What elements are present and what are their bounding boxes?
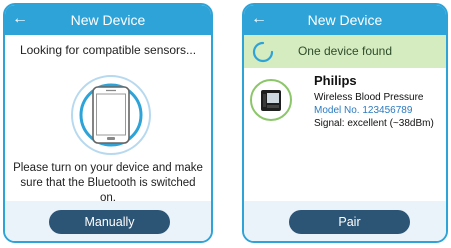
bottom-action-bar: Manually [5,201,211,241]
pair-button[interactable]: Pair [289,210,410,234]
page-title: New Device [307,12,383,28]
device-product-name: Wireless Blood Pressure [314,92,424,103]
bottom-action-bar: Pair [244,201,446,241]
device-found-banner: One device found [244,35,446,68]
header-bar: ← New Device [244,5,446,35]
blood-pressure-monitor-icon [261,90,281,111]
page-title: New Device [70,12,146,28]
header-bar: ← New Device [5,5,211,35]
device-signal-strength: Signal: excellent (~38dBm) [314,118,434,129]
scanning-screen: ← New Device Looking for compatible sens… [3,3,213,243]
device-thumbnail[interactable] [250,79,292,121]
device-found-screen: ← New Device One device found Philips Wi… [242,3,448,243]
manually-button[interactable]: Manually [49,210,170,234]
device-info: Philips Wireless Blood Pressure Model No… [314,73,444,130]
phone-scanning-icon [71,75,151,155]
instructions-text: Please turn on your device and make sure… [13,162,203,204]
device-found-text: One device found [297,44,393,58]
scanning-status-text: Looking for compatible sensors... [19,43,197,57]
device-model-number: Model No. 123456789 [314,105,413,116]
device-brand: Philips [314,73,357,88]
